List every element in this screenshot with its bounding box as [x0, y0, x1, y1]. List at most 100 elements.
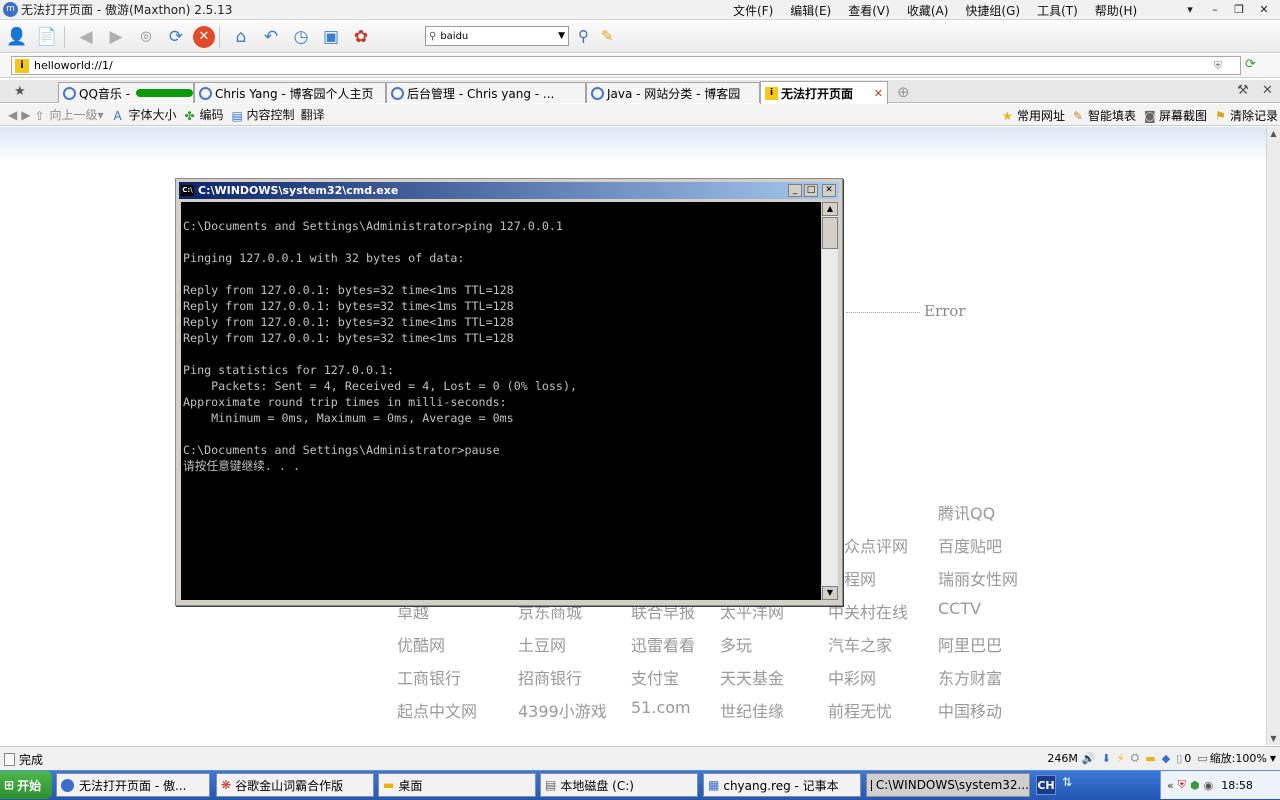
language-indicator[interactable]: CH [1036, 775, 1056, 795]
link-51job[interactable]: 前程无忧 [828, 698, 892, 722]
menu-favorites[interactable]: 收藏(A) [907, 2, 949, 19]
link-cctv[interactable]: CCTV [938, 599, 981, 618]
translate-button[interactable]: 翻译 [301, 106, 325, 123]
menu-help[interactable]: 帮助(H) [1095, 2, 1137, 19]
menu-groups[interactable]: 快捷组(G) [965, 2, 1020, 19]
screenshot-button[interactable]: ◙ 屏幕截图 [1144, 107, 1207, 124]
start-button[interactable]: ⊞ 开始 [0, 771, 52, 799]
link-xunlei[interactable]: 迅雷看看 [631, 632, 695, 656]
task-desktop[interactable]: ▬ 桌面 [378, 773, 536, 797]
link-icbc[interactable]: 工商银行 [397, 665, 461, 689]
update-icon[interactable]: ◉ [1204, 779, 1214, 792]
tab-java[interactable]: Java - 网站分类 - 博客园 [586, 82, 760, 103]
plugin-icon[interactable]: ✿ [348, 24, 374, 50]
security-alert-icon[interactable]: ⛨ [1178, 778, 1186, 792]
tab-close-icon[interactable]: ✕ [874, 87, 883, 100]
tray-expand-icon[interactable]: « [1167, 779, 1174, 792]
task-notepad[interactable]: ▦ chyang.reg - 记事本 [703, 773, 861, 797]
refresh-icon[interactable]: ⟳ [163, 24, 189, 50]
ime-icon[interactable]: ⇅ [1062, 775, 1072, 789]
content-control-button[interactable]: ▤ 内容控制 [232, 106, 295, 123]
link-rayli[interactable]: 瑞丽女性网 [938, 566, 1018, 590]
folder-icon[interactable]: ▬ [1145, 752, 1155, 765]
address-input[interactable]: helloworld://1/ [34, 59, 113, 72]
link-autohome[interactable]: 汽车之家 [828, 632, 892, 656]
network-icon[interactable]: ⬢ [1190, 779, 1200, 792]
up-level-button[interactable]: ⇧ 向上一级 ▾ [34, 106, 103, 123]
link-chinamobile[interactable]: 中国移动 [938, 698, 1002, 722]
cmd-title-bar[interactable]: C:\ C:\WINDOWS\system32\cmd.exe [179, 182, 839, 199]
scroll-up-icon[interactable]: ▲ [1267, 127, 1280, 140]
close-tab-icon[interactable]: ✕ [1262, 83, 1273, 98]
lightning-icon[interactable]: ⚡ [1117, 752, 1125, 765]
highlight-icon[interactable]: ✎ [601, 27, 614, 45]
menu-edit[interactable]: 编辑(E) [790, 2, 831, 19]
link-tieba[interactable]: 百度贴吧 [938, 533, 1002, 557]
history-dropdown-icon[interactable]: ◎ [133, 24, 159, 50]
tab-cannot-open[interactable]: i 无法打开页面 ✕ [760, 81, 888, 104]
go-icon[interactable]: ⟳ [1245, 57, 1256, 72]
page-scrollbar[interactable]: ▲ ▼ [1266, 127, 1280, 745]
link-jiayuan[interactable]: 世纪佳缘 [720, 698, 784, 722]
new-page-icon[interactable]: 📄 [34, 24, 60, 50]
task-cmd[interactable]: C:\WINDOWS\system32... [866, 773, 1030, 797]
task-browser[interactable]: 无法打开页面 - 傲... [56, 773, 210, 797]
tab-admin[interactable]: 后台管理 - Chris yang - ... [386, 82, 586, 103]
cmd-window[interactable]: C:\ C:\WINDOWS\system32\cmd.exe _ □ ✕ C:… [175, 178, 843, 606]
link-eastmoney[interactable]: 东方财富 [938, 665, 1002, 689]
minimize-button[interactable]: – [1203, 1, 1227, 18]
forward-small-icon[interactable]: ▶ [21, 108, 30, 122]
common-sites-button[interactable]: ★ 常用网址 [1002, 107, 1065, 124]
undo-icon[interactable]: ↶ [258, 24, 284, 50]
address-field[interactable]: i helloworld://1/ ⛨ [11, 56, 1241, 75]
window-icon[interactable]: ▣ [318, 24, 344, 50]
back-small-icon[interactable]: ◀ [8, 108, 17, 122]
home-icon[interactable]: ⌂ [228, 24, 254, 50]
link-zhcw[interactable]: 中彩网 [828, 665, 876, 689]
task-dictionary[interactable]: ❋ 谷歌金山词霸合作版 [216, 773, 374, 797]
link-ttfund[interactable]: 天天基金 [720, 665, 784, 689]
search-box[interactable]: ⚲ baidu ▼ [425, 26, 569, 46]
download-icon[interactable]: ⬇ [1102, 752, 1111, 765]
stop-icon[interactable]: ✕ [193, 25, 215, 48]
close-button[interactable]: ✕ [1252, 1, 1276, 18]
link-4399[interactable]: 4399小游戏 [518, 698, 607, 722]
tools-icon[interactable]: ⚒ [1237, 83, 1249, 98]
encoding-button[interactable]: ✤ 编码 [185, 106, 224, 123]
link-tencent-qq[interactable]: 腾讯QQ [938, 500, 995, 524]
console-scroll-thumb[interactable] [822, 217, 838, 249]
console-scrollbar[interactable]: ▲ ▼ [822, 202, 838, 600]
menu-view[interactable]: 查看(V) [848, 2, 890, 19]
link-qidian[interactable]: 起点中文网 [397, 698, 477, 722]
autofill-button[interactable]: ✎ 智能填表 [1073, 107, 1136, 124]
cmd-close-button[interactable]: ✕ [822, 184, 836, 197]
back-icon[interactable]: ◀ [73, 24, 99, 50]
link-alibaba[interactable]: 阿里巴巴 [938, 632, 1002, 656]
proxy-icon[interactable]: ⛭ [1131, 751, 1140, 765]
menu-chevron-icon[interactable]: ▾ [1178, 1, 1202, 18]
page-icon[interactable]: ▯ [1176, 752, 1182, 765]
console-scroll-down-icon[interactable]: ▼ [822, 586, 838, 600]
link-youku[interactable]: 优酷网 [397, 632, 445, 656]
tab-qqmusic[interactable]: QQ音乐 - [58, 82, 194, 103]
tab-chris-yang[interactable]: Chris Yang - 博客园个人主页 [194, 82, 386, 103]
new-tab-icon[interactable]: ⊕ [897, 83, 910, 101]
security-icon[interactable]: ⛨ [1214, 59, 1222, 73]
forward-icon[interactable]: ▶ [103, 24, 129, 50]
cmd-maximize-button[interactable]: □ [804, 184, 818, 197]
sound-icon[interactable]: 🔊 [1082, 752, 1096, 765]
restore-button[interactable]: ❐ [1227, 1, 1251, 18]
link-alipay[interactable]: 支付宝 [631, 665, 679, 689]
scroll-down-icon[interactable]: ▼ [1267, 732, 1280, 745]
clock-icon[interactable]: ◷ [288, 24, 314, 50]
zoom-dropdown-icon[interactable]: ▼ [1270, 754, 1276, 763]
search-icon[interactable]: ⚲ [578, 27, 589, 45]
zoom-level[interactable]: 缩放:100% [1210, 750, 1267, 766]
task-local-disk[interactable]: ▤ 本地磁盘 (C:) [540, 773, 698, 797]
clear-history-button[interactable]: ⚑ 清除记录 [1215, 107, 1278, 124]
console-scroll-up-icon[interactable]: ▲ [822, 202, 838, 216]
link-51com[interactable]: 51.com [631, 698, 691, 717]
menu-tools[interactable]: 工具(T) [1037, 2, 1078, 19]
filter-icon[interactable]: ◆ [1162, 752, 1170, 765]
console-output[interactable]: C:\Documents and Settings\Administrator>… [181, 202, 821, 600]
